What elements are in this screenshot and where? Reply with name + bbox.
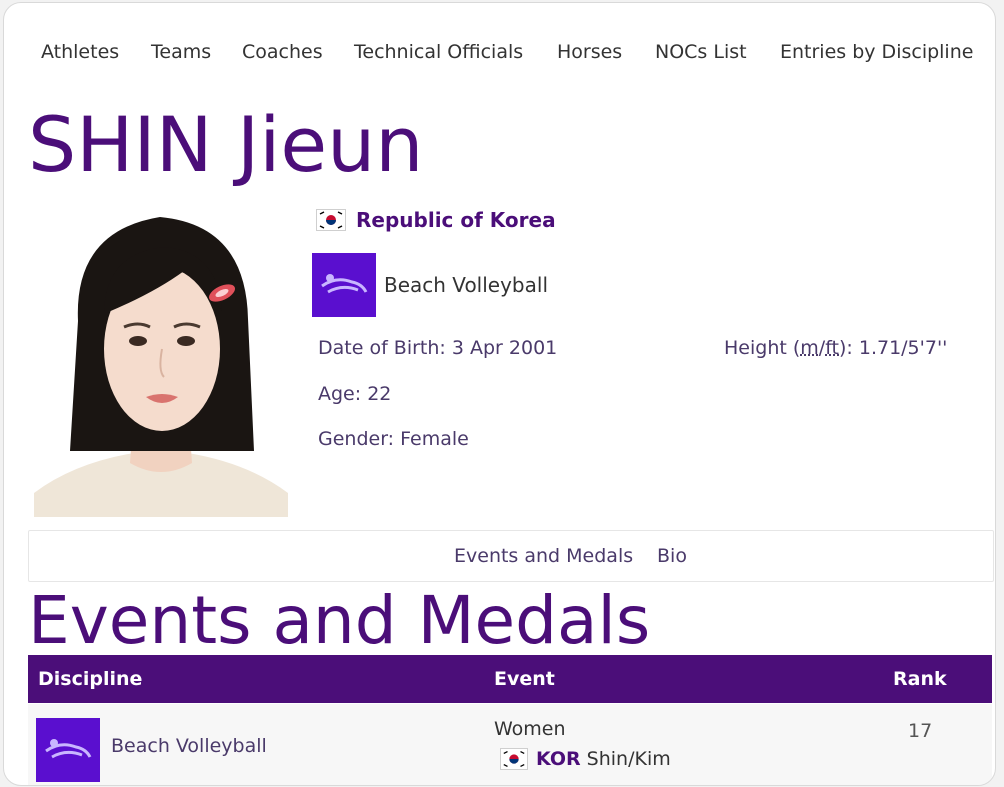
header-rank: Rank bbox=[893, 668, 947, 690]
nav-teams[interactable]: Teams bbox=[151, 41, 211, 63]
korea-flag-icon bbox=[500, 748, 528, 770]
discipline-row[interactable]: Beach Volleyball bbox=[312, 253, 548, 317]
row-discipline-link[interactable]: Beach Volleyball bbox=[111, 735, 267, 757]
noc-name[interactable]: Republic of Korea bbox=[356, 208, 556, 232]
row-team[interactable]: KOR Shin/Kim bbox=[500, 748, 671, 770]
athlete-name: SHIN Jieun bbox=[28, 100, 424, 189]
height-unit-m: m bbox=[800, 337, 819, 359]
height-unit-ft: ft bbox=[825, 337, 839, 359]
row-event: Women bbox=[494, 718, 566, 740]
athlete-photo bbox=[34, 201, 288, 517]
tab-bio[interactable]: Bio bbox=[657, 545, 687, 567]
table-row: Beach Volleyball Women KOR Shin/Kim 17 bbox=[28, 704, 992, 785]
height-value: ): 1.71/5'7'' bbox=[839, 337, 948, 359]
beach-volleyball-icon bbox=[36, 718, 100, 782]
nav-entries-by-discipline[interactable]: Entries by Discipline bbox=[780, 41, 973, 63]
age: Age: 22 bbox=[318, 383, 392, 405]
discipline-name[interactable]: Beach Volleyball bbox=[384, 273, 548, 297]
nav-athletes[interactable]: Athletes bbox=[41, 41, 119, 63]
nav-technical-officials[interactable]: Technical Officials bbox=[354, 41, 523, 63]
height-label: Height ( bbox=[724, 337, 801, 359]
beach-volleyball-icon bbox=[312, 253, 376, 317]
nav-nocs-list[interactable]: NOCs List bbox=[655, 41, 747, 63]
nav-horses[interactable]: Horses bbox=[557, 41, 622, 63]
page-card: Athletes Teams Coaches Technical Officia… bbox=[3, 2, 996, 786]
header-event: Event bbox=[494, 668, 555, 690]
gender: Gender: Female bbox=[318, 428, 469, 450]
nav-coaches[interactable]: Coaches bbox=[242, 41, 323, 63]
row-rank: 17 bbox=[908, 720, 933, 742]
section-tabs: Events and Medals Bio bbox=[28, 530, 994, 582]
korea-flag-icon bbox=[316, 209, 346, 231]
top-navigation: Athletes Teams Coaches Technical Officia… bbox=[4, 3, 995, 103]
noc-row[interactable]: Republic of Korea bbox=[316, 205, 556, 235]
height: Height (m/ft): 1.71/5'7'' bbox=[724, 337, 947, 359]
team-noc[interactable]: KOR bbox=[536, 748, 581, 770]
section-title: Events and Medals bbox=[28, 582, 651, 659]
table-header: Discipline Event Rank bbox=[28, 655, 992, 703]
date-of-birth: Date of Birth: 3 Apr 2001 bbox=[318, 337, 558, 359]
team-names[interactable]: Shin/Kim bbox=[587, 748, 671, 770]
header-discipline: Discipline bbox=[38, 668, 143, 690]
tab-events-and-medals[interactable]: Events and Medals bbox=[454, 545, 633, 567]
